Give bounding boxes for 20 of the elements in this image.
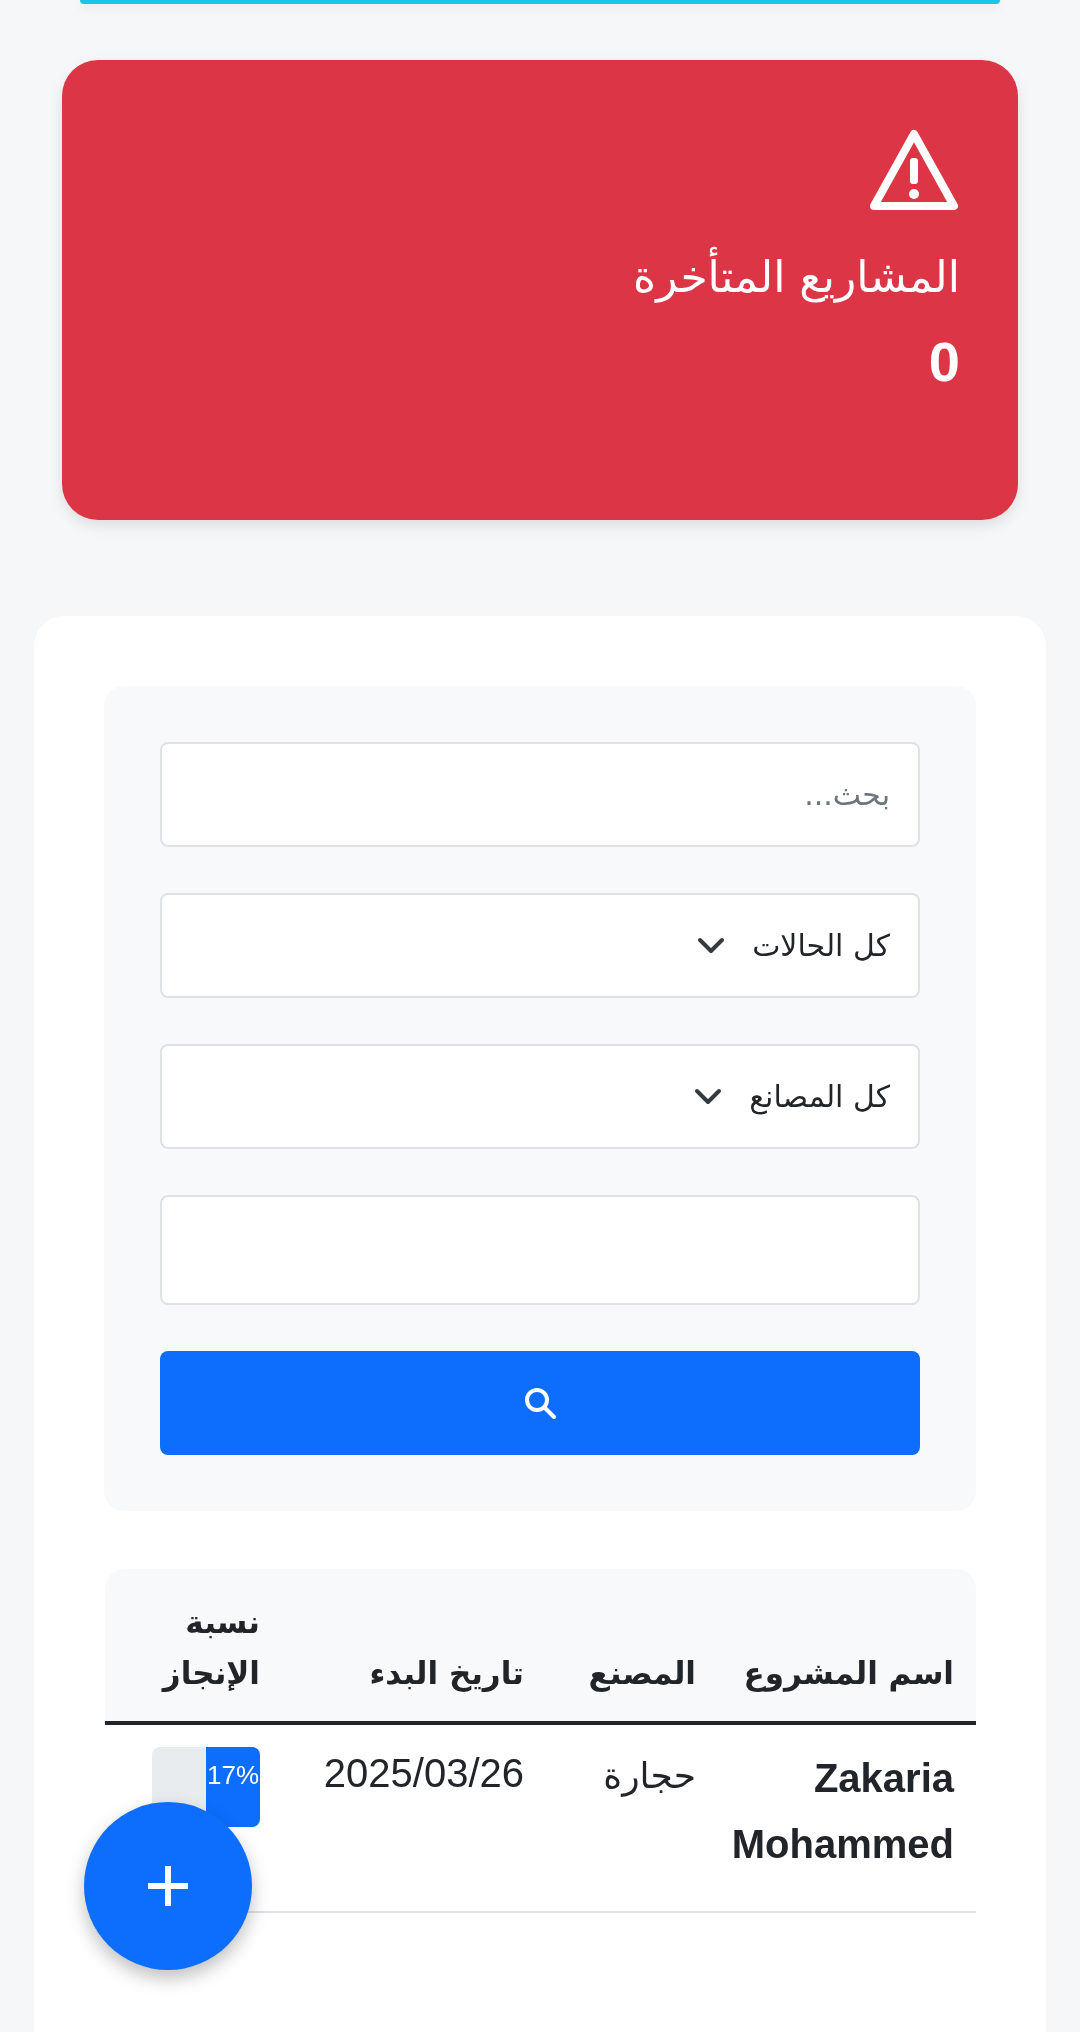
select-dropdown[interactable]: كل المصانع [160,1044,920,1149]
column-header: اسم المشروع [696,1569,976,1722]
progress-fill: 17% [206,1747,260,1828]
column-header: المصنع [524,1569,696,1722]
search-button[interactable] [160,1351,920,1455]
select-dropdown[interactable]: كل الحالات [160,893,920,998]
factory-cell-text: حجارة [602,1754,696,1799]
warning-icon [868,128,960,212]
late-count: 0 [928,329,960,396]
card-title: المشاريع المتأخرة [633,242,960,313]
project-name: Zakaria Mohammed [730,1755,956,1869]
date-cell-text: 2025/03/26 [322,1750,524,1798]
search-icon [522,1385,558,1421]
search-field[interactable]: بحث... [160,742,920,847]
date-field[interactable] [160,1195,920,1305]
column-header: تاريخ البدء [260,1569,524,1722]
chevron-down-icon [696,936,727,955]
column-header: نسبة الإنجاز [105,1569,260,1722]
chevron-down-icon [693,1087,724,1106]
plus-icon [146,1864,190,1908]
